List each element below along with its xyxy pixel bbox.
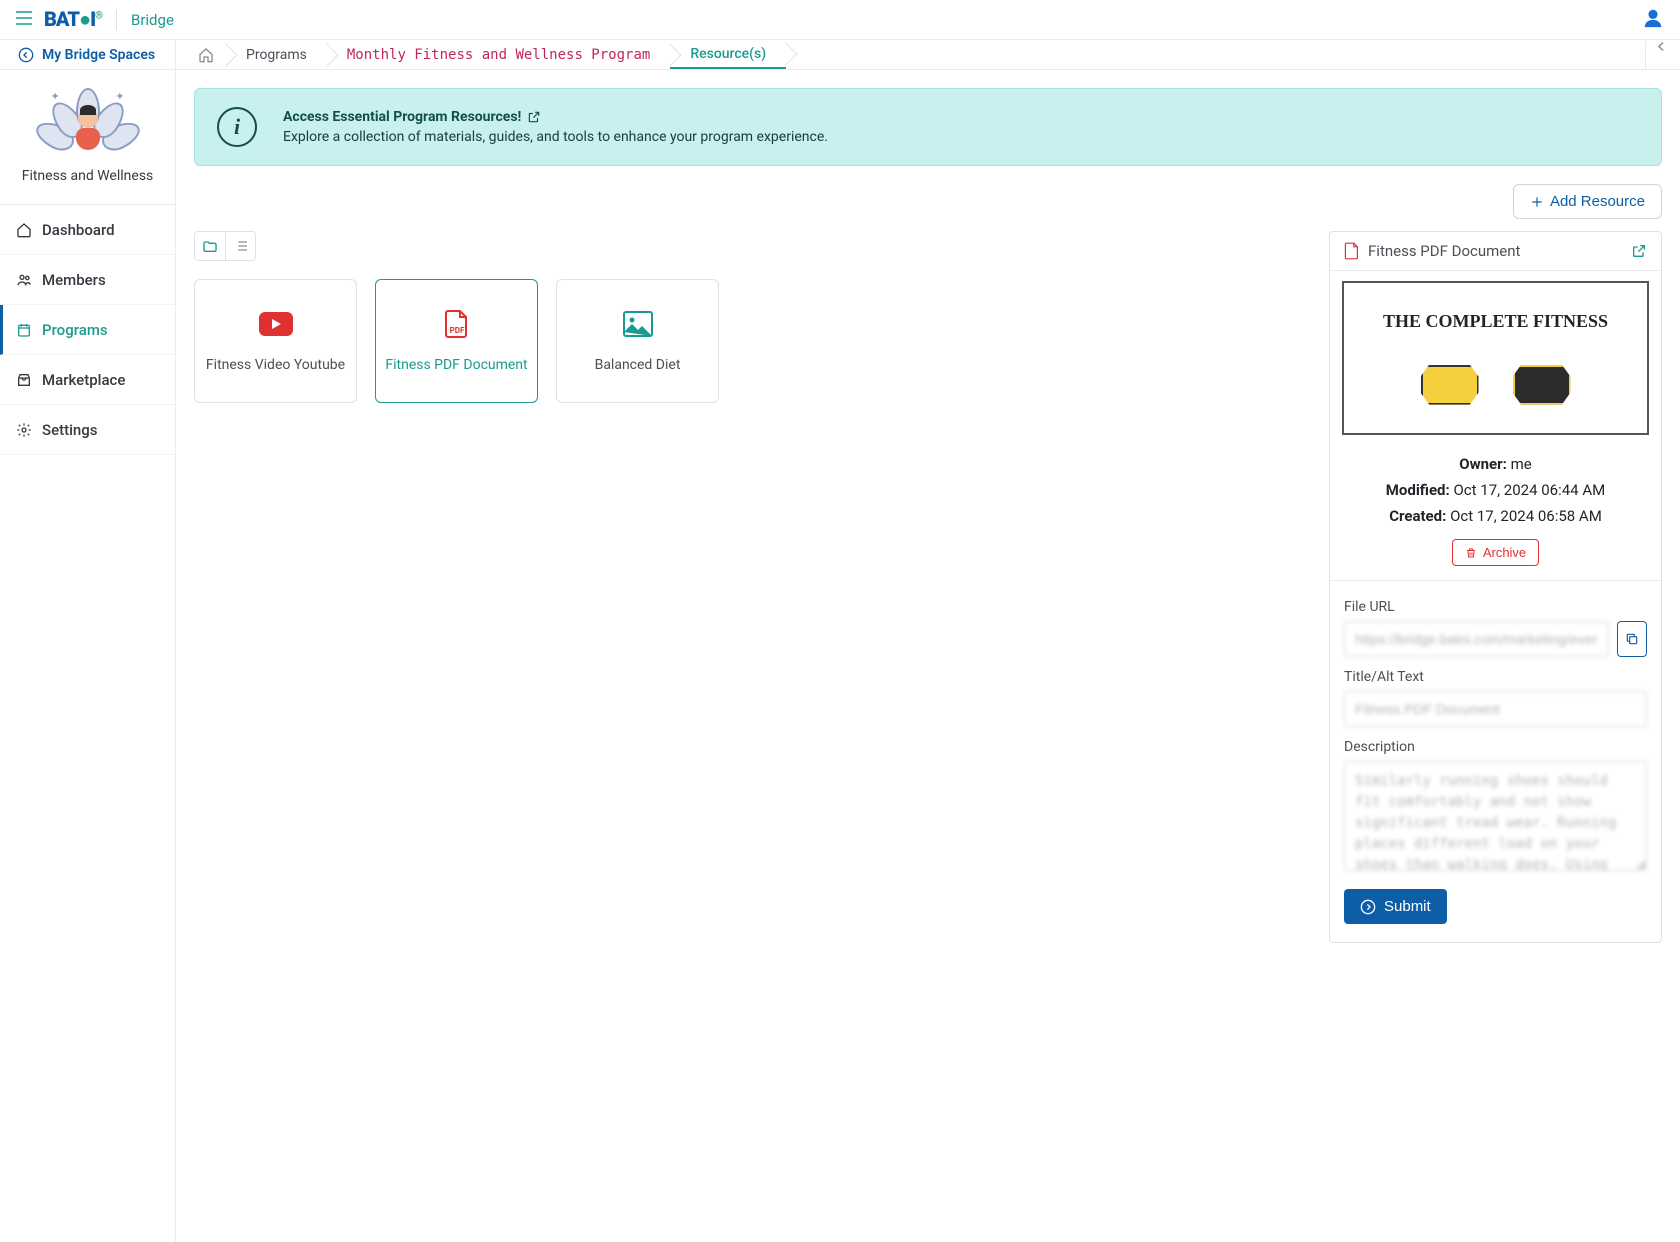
resource-card-image[interactable]: Balanced Diet xyxy=(556,279,719,403)
topbar: BAT●I® Bridge xyxy=(0,0,1680,40)
list-view-button[interactable] xyxy=(225,232,255,260)
breadcrumb-programs[interactable]: Programs xyxy=(226,40,327,69)
detail-title: Fitness PDF Document xyxy=(1368,242,1623,260)
created-value: Oct 17, 2024 06:58 AM xyxy=(1450,507,1602,525)
badge-icon xyxy=(1421,365,1479,405)
submit-button[interactable]: Submit xyxy=(1344,889,1447,924)
owner-value: me xyxy=(1511,455,1532,473)
detail-panel: Fitness PDF Document THE COMPLETE FITNES… xyxy=(1329,231,1662,943)
detail-form: File URL Title/Alt Text Description Simi… xyxy=(1330,581,1661,942)
image-icon xyxy=(621,309,655,339)
nav-label: Members xyxy=(42,271,106,289)
copy-icon xyxy=(1625,632,1639,646)
preview-area: THE COMPLETE FITNESS xyxy=(1330,271,1661,435)
youtube-icon xyxy=(259,309,293,339)
trash-icon xyxy=(1465,547,1477,559)
archive-button[interactable]: Archive xyxy=(1452,539,1539,566)
nav-label: Settings xyxy=(42,421,98,439)
info-banner: i Access Essential Program Resources! Ex… xyxy=(194,88,1662,166)
space-avatar: ✦✦ xyxy=(45,88,131,158)
nav-label: Dashboard xyxy=(42,221,115,239)
home-icon xyxy=(198,47,214,63)
submit-label: Submit xyxy=(1384,898,1431,915)
banner-title: Access Essential Program Resources! xyxy=(283,109,828,125)
back-label: My Bridge Spaces xyxy=(42,47,155,63)
back-to-spaces[interactable]: My Bridge Spaces xyxy=(0,40,176,69)
breadcrumb-collapse-icon[interactable] xyxy=(1645,40,1666,69)
menu-toggle-icon[interactable] xyxy=(16,11,32,29)
breadcrumb-bar: My Bridge Spaces Programs Monthly Fitnes… xyxy=(0,40,1680,70)
badge-icon xyxy=(1513,365,1571,405)
description-label: Description xyxy=(1344,739,1647,755)
add-label: Add Resource xyxy=(1550,193,1645,210)
marketplace-icon xyxy=(16,372,32,388)
detail-meta: Owner: me Modified: Oct 17, 2024 06:44 A… xyxy=(1330,435,1661,581)
pdf-icon xyxy=(1344,242,1360,260)
user-avatar-icon[interactable] xyxy=(1642,7,1664,33)
file-url-input[interactable] xyxy=(1344,621,1609,657)
title-label: Title/Alt Text xyxy=(1344,669,1647,685)
card-label: Fitness Video Youtube xyxy=(206,357,345,373)
logo-text: BAT xyxy=(44,7,79,31)
owner-label: Owner: xyxy=(1459,455,1507,473)
archive-label: Archive xyxy=(1483,545,1526,560)
modified-label: Modified: xyxy=(1386,481,1450,499)
plus-icon xyxy=(1530,195,1544,209)
created-label: Created: xyxy=(1389,507,1446,525)
logo[interactable]: BAT●I® xyxy=(44,7,102,32)
home-icon xyxy=(16,222,32,238)
main-content: i Access Essential Program Resources! Ex… xyxy=(176,70,1680,1242)
sidebar-item-programs[interactable]: Programs xyxy=(0,305,175,355)
url-label: File URL xyxy=(1344,599,1647,615)
copy-url-button[interactable] xyxy=(1617,621,1647,657)
sidebar-item-settings[interactable]: Settings xyxy=(0,405,175,455)
list-icon xyxy=(233,239,249,253)
space-profile: ✦✦ Fitness and Wellness xyxy=(0,70,175,205)
modified-value: Oct 17, 2024 06:44 AM xyxy=(1453,481,1605,499)
info-icon: i xyxy=(217,107,257,147)
breadcrumb-program-name[interactable]: Monthly Fitness and Wellness Program xyxy=(327,40,670,69)
external-link-icon[interactable] xyxy=(1631,243,1647,259)
pdf-icon: PDF xyxy=(440,309,474,339)
members-icon xyxy=(16,272,32,288)
sidebar-item-marketplace[interactable]: Marketplace xyxy=(0,355,175,405)
breadcrumb-home[interactable] xyxy=(194,40,226,69)
breadcrumb-resources[interactable]: Resource(s) xyxy=(670,40,786,69)
description-textarea[interactable]: Similarly running shoes should fit comfo… xyxy=(1344,761,1647,871)
resource-cards: Fitness Video Youtube PDF Fitness PDF Do… xyxy=(194,279,1311,403)
nav-label: Programs xyxy=(42,321,108,339)
settings-icon xyxy=(16,422,32,438)
divider xyxy=(116,10,117,30)
preview-heading: THE COMPLETE FITNESS xyxy=(1383,311,1608,333)
add-resource-button[interactable]: Add Resource xyxy=(1513,184,1662,219)
sidebar-item-dashboard[interactable]: Dashboard xyxy=(0,205,175,255)
sidebar-item-members[interactable]: Members xyxy=(0,255,175,305)
card-label: Fitness PDF Document xyxy=(385,357,527,373)
view-toggle xyxy=(194,231,256,261)
card-label: Balanced Diet xyxy=(595,357,681,373)
grid-view-button[interactable] xyxy=(195,232,225,260)
folder-icon xyxy=(202,239,218,253)
resource-card-pdf[interactable]: PDF Fitness PDF Document xyxy=(375,279,538,403)
product-name[interactable]: Bridge xyxy=(131,11,174,29)
banner-subtitle: Explore a collection of materials, guide… xyxy=(283,129,828,145)
external-link-icon[interactable] xyxy=(527,110,541,124)
space-name: Fitness and Wellness xyxy=(22,168,154,184)
submit-icon xyxy=(1360,899,1376,915)
svg-text:PDF: PDF xyxy=(449,326,464,335)
nav-label: Marketplace xyxy=(42,371,125,389)
sidebar: ✦✦ Fitness and Wellness Dashboard Member… xyxy=(0,70,176,1242)
title-input[interactable] xyxy=(1344,691,1647,727)
resource-card-youtube[interactable]: Fitness Video Youtube xyxy=(194,279,357,403)
programs-icon xyxy=(16,322,32,338)
